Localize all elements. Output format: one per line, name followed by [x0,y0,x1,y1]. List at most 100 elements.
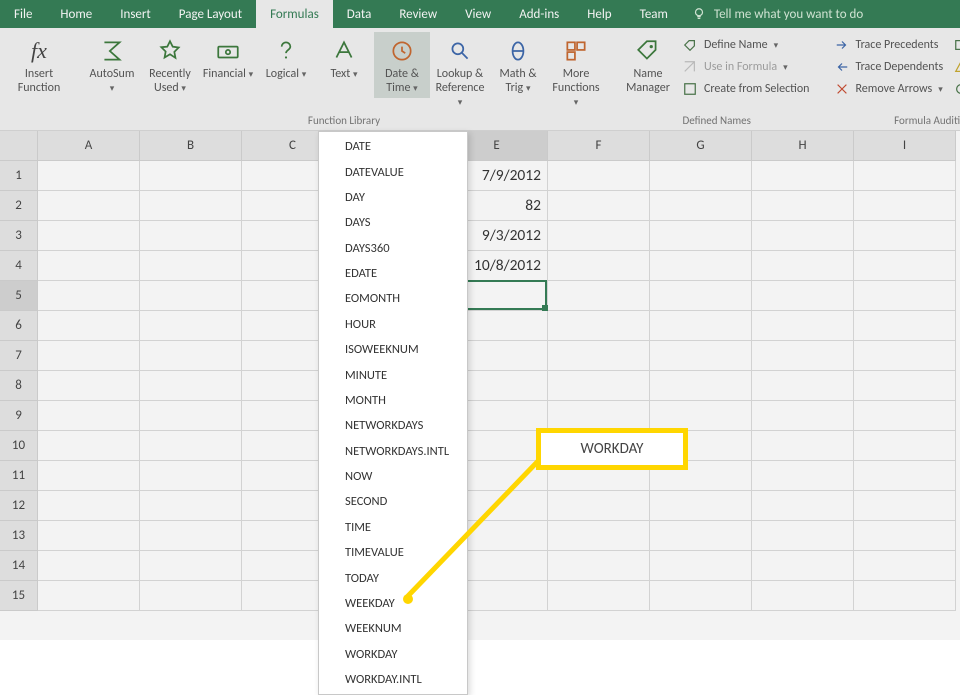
row-head-4[interactable]: 4 [0,251,38,281]
date-menu-item-days360[interactable]: DAYS360 [319,236,467,261]
cell-F4[interactable] [548,251,650,281]
cell-A10[interactable] [38,431,140,461]
more-functions-button[interactable]: More Functions ▾ [548,32,604,111]
cell-G2[interactable] [650,191,752,221]
text-button[interactable]: Text ▾ [316,32,372,84]
cell-F1[interactable] [548,161,650,191]
error-checking-button[interactable]: Error Check [949,58,960,76]
cell-F3[interactable] [548,221,650,251]
cell-I2[interactable] [854,191,956,221]
cell-B14[interactable] [140,551,242,581]
cell-G3[interactable] [650,221,752,251]
trace-dependents-button[interactable]: Trace Dependents [830,58,948,76]
row-head-12[interactable]: 12 [0,491,38,521]
cell-G13[interactable] [650,521,752,551]
cell-G8[interactable] [650,371,752,401]
cell-A8[interactable] [38,371,140,401]
cell-A13[interactable] [38,521,140,551]
cell-A14[interactable] [38,551,140,581]
col-head-A[interactable]: A [38,131,140,161]
row-head-5[interactable]: 5 [0,281,38,311]
cell-G15[interactable] [650,581,752,611]
date-menu-item-networkdays-intl[interactable]: NETWORKDAYS.INTL [319,439,467,464]
cell-B10[interactable] [140,431,242,461]
tab-formulas[interactable]: Formulas [256,0,333,28]
tab-help[interactable]: Help [573,0,625,28]
date-menu-item-month[interactable]: MONTH [319,388,467,413]
date-menu-item-today[interactable]: TODAY [319,565,467,590]
cell-B8[interactable] [140,371,242,401]
cell-B7[interactable] [140,341,242,371]
cell-F9[interactable] [548,401,650,431]
cell-A9[interactable] [38,401,140,431]
cell-G6[interactable] [650,311,752,341]
cell-G12[interactable] [650,491,752,521]
tab-insert[interactable]: Insert [106,0,165,28]
cell-B3[interactable] [140,221,242,251]
cell-F6[interactable] [548,311,650,341]
row-head-9[interactable]: 9 [0,401,38,431]
date-menu-item-second[interactable]: SECOND [319,489,467,514]
cell-I1[interactable] [854,161,956,191]
create-from-selection-button[interactable]: Create from Selection [678,80,814,98]
col-head-F[interactable]: F [548,131,650,161]
cell-A5[interactable] [38,281,140,311]
cell-B9[interactable] [140,401,242,431]
recently-used-button[interactable]: Recently Used ▾ [142,32,198,98]
cell-I5[interactable] [854,281,956,311]
col-head-B[interactable]: B [140,131,242,161]
cell-H2[interactable] [752,191,854,221]
row-head-6[interactable]: 6 [0,311,38,341]
col-head-H[interactable]: H [752,131,854,161]
autosum-button[interactable]: AutoSum ▾ [84,32,140,98]
date-menu-item-timevalue[interactable]: TIMEVALUE [319,540,467,565]
define-name-button[interactable]: Define Name ▾ [678,36,814,54]
cell-F7[interactable] [548,341,650,371]
date-menu-item-networkdays[interactable]: NETWORKDAYS [319,413,467,438]
cell-A15[interactable] [38,581,140,611]
math-trig-button[interactable]: Math & Trig ▾ [490,32,546,98]
remove-arrows-button[interactable]: Remove Arrows ▾ [830,80,948,98]
tab-addins[interactable]: Add-ins [505,0,573,28]
cell-H12[interactable] [752,491,854,521]
cell-F15[interactable] [548,581,650,611]
date-menu-item-time[interactable]: TIME [319,515,467,540]
insert-function-button[interactable]: fx Insert Function [10,32,68,98]
date-time-button[interactable]: Date & Time ▾ [374,32,430,98]
col-head-I[interactable]: I [854,131,956,161]
lookup-reference-button[interactable]: Lookup & Reference ▾ [432,32,488,111]
cell-A6[interactable] [38,311,140,341]
tab-page-layout[interactable]: Page Layout [165,0,256,28]
cell-H13[interactable] [752,521,854,551]
row-head-14[interactable]: 14 [0,551,38,581]
date-menu-item-now[interactable]: NOW [319,464,467,489]
tab-file[interactable]: File [0,0,46,28]
cell-A12[interactable] [38,491,140,521]
date-menu-item-days[interactable]: DAYS [319,210,467,235]
date-menu-item-isoweeknum[interactable]: ISOWEEKNUM [319,337,467,362]
col-head-G[interactable]: G [650,131,752,161]
financial-button[interactable]: Financial ▾ [200,32,256,84]
cell-F5[interactable] [548,281,650,311]
date-menu-item-hour[interactable]: HOUR [319,312,467,337]
tab-view[interactable]: View [451,0,505,28]
row-head-3[interactable]: 3 [0,221,38,251]
cell-H3[interactable] [752,221,854,251]
cell-A1[interactable] [38,161,140,191]
tab-data[interactable]: Data [333,0,386,28]
cell-I9[interactable] [854,401,956,431]
cell-H6[interactable] [752,311,854,341]
cell-I11[interactable] [854,461,956,491]
tab-team[interactable]: Team [626,0,682,28]
cell-H15[interactable] [752,581,854,611]
cell-A3[interactable] [38,221,140,251]
cell-B2[interactable] [140,191,242,221]
date-menu-item-day[interactable]: DAY [319,185,467,210]
cell-A4[interactable] [38,251,140,281]
cell-I3[interactable] [854,221,956,251]
row-head-2[interactable]: 2 [0,191,38,221]
cell-H10[interactable] [752,431,854,461]
evaluate-formula-button[interactable]: Evaluate Fo [949,80,960,98]
cell-G9[interactable] [650,401,752,431]
cell-H5[interactable] [752,281,854,311]
